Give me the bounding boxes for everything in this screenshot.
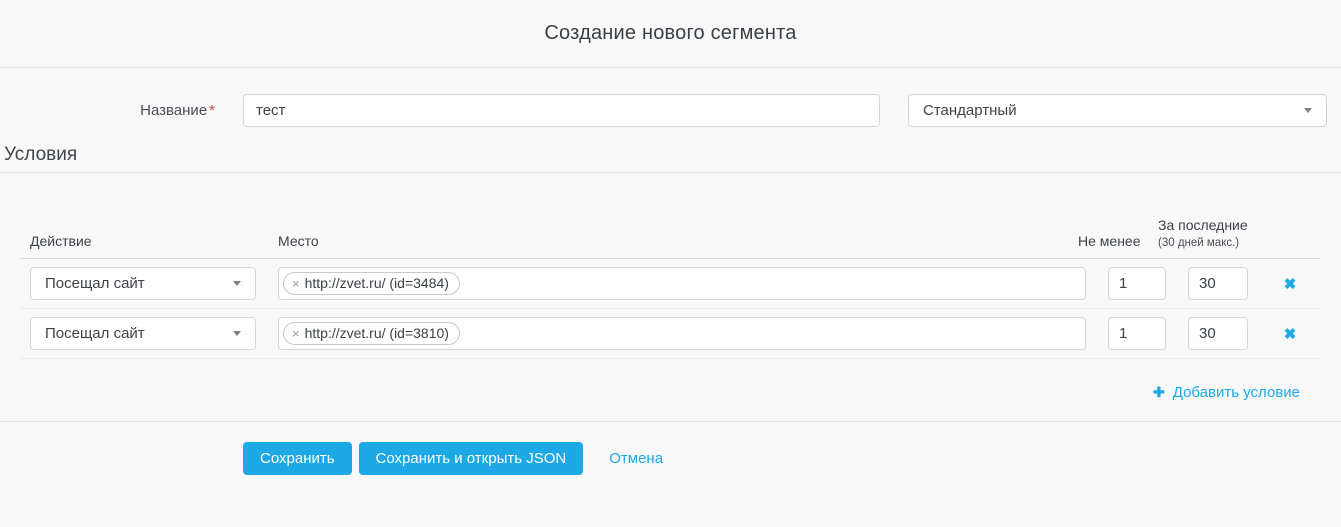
column-header-min-count: Не менее — [1078, 233, 1136, 249]
action-select[interactable]: Посещал сайт — [30, 267, 256, 300]
min-count-input[interactable] — [1108, 317, 1166, 350]
place-tag-label: http://zvet.ru/ (id=3810) — [305, 325, 449, 341]
min-count-input[interactable] — [1108, 267, 1166, 300]
conditions-header-row: Действие Место Не менее За последние (30… — [20, 173, 1320, 259]
segment-type-value: Стандартный — [923, 102, 1017, 119]
column-header-action: Действие — [30, 233, 256, 249]
page-title: Создание нового сегмента — [544, 22, 796, 45]
delete-row-button[interactable]: ✖ — [1270, 325, 1310, 343]
page-header: Создание нового сегмента — [0, 0, 1341, 68]
segment-type-select[interactable]: Стандартный — [908, 94, 1327, 127]
place-tags-input[interactable]: × http://zvet.ru/ (id=3810) — [278, 317, 1086, 350]
column-header-period-note: (30 дней макс.) — [1158, 237, 1248, 249]
delete-icon: ✖ — [1284, 276, 1297, 293]
period-input[interactable] — [1188, 267, 1248, 300]
condition-row: Посещал сайт × http://zvet.ru/ (id=3484)… — [20, 259, 1320, 309]
segment-name-input[interactable] — [243, 94, 880, 127]
column-header-place: Место — [278, 233, 1056, 249]
save-open-json-button[interactable]: Сохранить и открыть JSON — [359, 442, 584, 475]
conditions-table: Действие Место Не менее За последние (30… — [20, 173, 1320, 421]
condition-row: Посещал сайт × http://zvet.ru/ (id=3810)… — [20, 309, 1320, 359]
place-tag-label: http://zvet.ru/ (id=3484) — [305, 275, 449, 291]
place-tag: × http://zvet.ru/ (id=3810) — [283, 322, 460, 345]
chevron-down-icon — [1304, 108, 1312, 113]
chevron-down-icon — [233, 281, 241, 286]
delete-row-button[interactable]: ✖ — [1270, 275, 1310, 293]
add-condition-label: Добавить условие — [1173, 384, 1300, 401]
plus-icon: ✚ — [1153, 384, 1165, 401]
save-button[interactable]: Сохранить — [243, 442, 352, 475]
segment-name-row: Название* Стандартный — [0, 68, 1341, 127]
place-tags-input[interactable]: × http://zvet.ru/ (id=3484) — [278, 267, 1086, 300]
action-select[interactable]: Посещал сайт — [30, 317, 256, 350]
required-asterisk: * — [209, 102, 215, 119]
action-select-value: Посещал сайт — [45, 275, 145, 292]
period-input[interactable] — [1188, 317, 1248, 350]
place-tag: × http://zvet.ru/ (id=3484) — [283, 272, 460, 295]
remove-tag-icon[interactable]: × — [292, 276, 300, 291]
cancel-button[interactable]: Отмена — [609, 450, 663, 467]
chevron-down-icon — [233, 331, 241, 336]
remove-tag-icon[interactable]: × — [292, 326, 300, 341]
column-header-period: За последние (30 дней макс.) — [1158, 217, 1248, 249]
footer-actions: Сохранить Сохранить и открыть JSON Отмен… — [0, 422, 1341, 475]
add-condition-row: ✚ Добавить условие — [20, 359, 1320, 421]
add-condition-button[interactable]: ✚ Добавить условие — [1153, 384, 1300, 401]
delete-icon: ✖ — [1284, 326, 1297, 343]
conditions-section-title: Условия — [0, 127, 1341, 173]
action-select-value: Посещал сайт — [45, 325, 145, 342]
name-label: Название* — [0, 102, 215, 119]
